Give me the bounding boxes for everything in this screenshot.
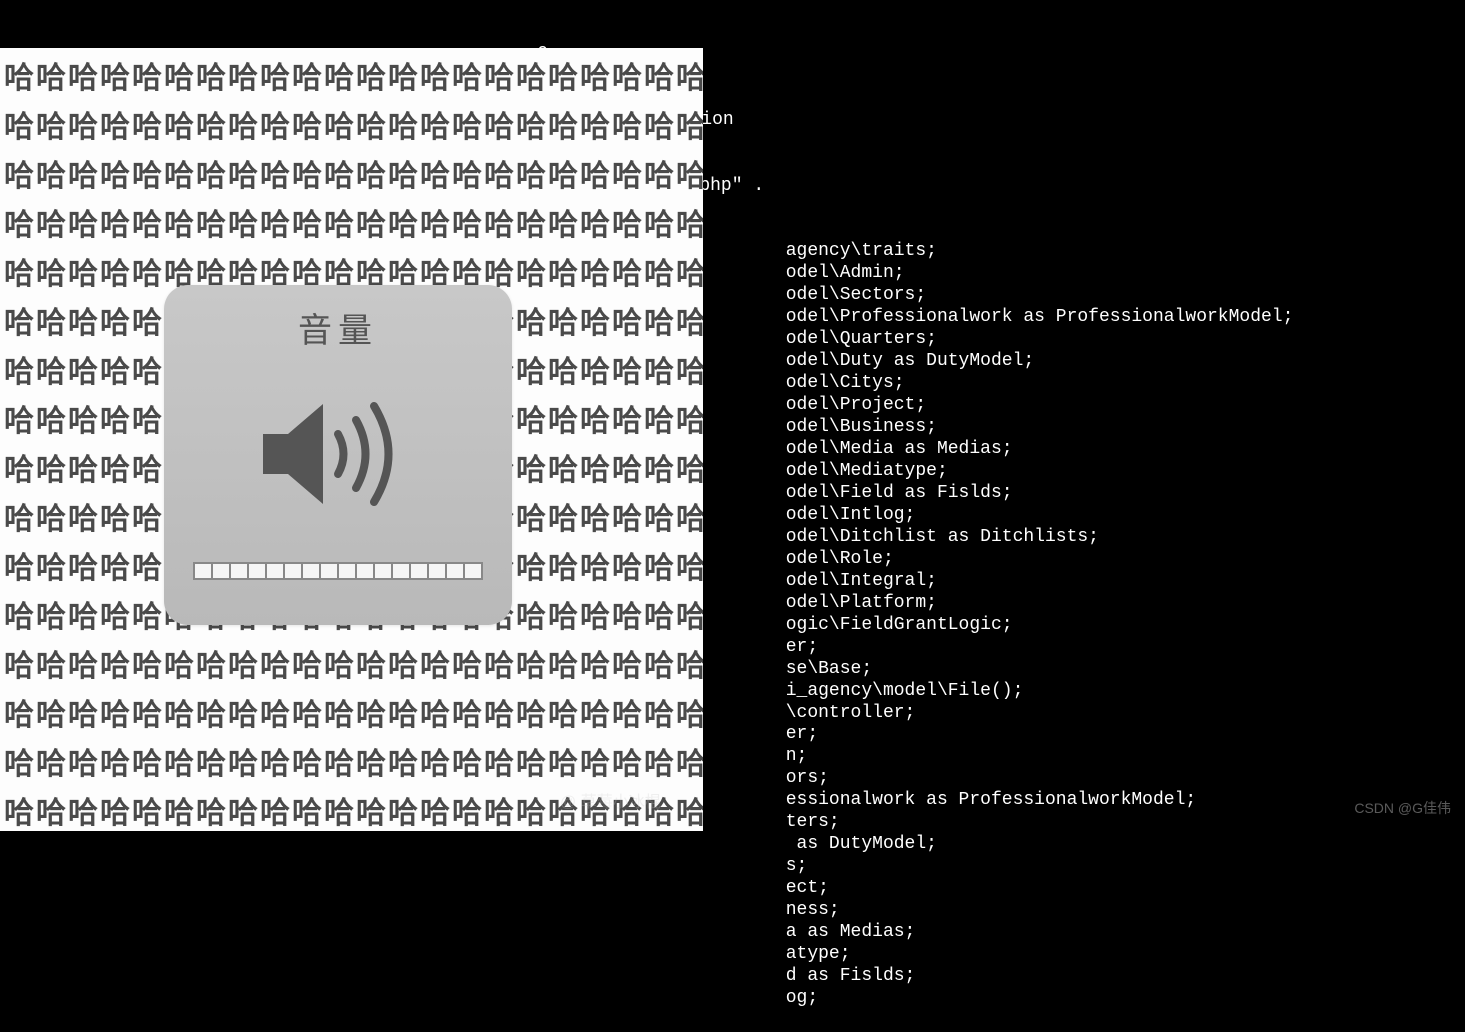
volume-segment bbox=[357, 564, 375, 578]
volume-segment bbox=[393, 564, 411, 578]
volume-segment bbox=[303, 564, 321, 578]
volume-segment bbox=[429, 564, 447, 578]
watermark-weibo: @ 草莓小冰棍 bbox=[560, 793, 661, 813]
terminal-output-line: a as Medias; bbox=[8, 922, 1457, 944]
haha-row: 哈哈哈哈哈哈哈哈哈哈哈哈哈哈哈哈哈哈哈哈哈哈 bbox=[0, 54, 703, 103]
volume-segment bbox=[375, 564, 393, 578]
volume-segment bbox=[213, 564, 231, 578]
volume-segment bbox=[195, 564, 213, 578]
haha-row: 哈哈哈哈哈哈哈哈哈哈哈哈哈哈哈哈哈哈哈哈哈哈 bbox=[0, 103, 703, 152]
volume-segment bbox=[321, 564, 339, 578]
terminal-output-line: s; bbox=[8, 856, 1457, 878]
volume-title: 音量 bbox=[298, 311, 378, 352]
terminal-output-line: og; bbox=[8, 988, 1457, 1010]
volume-segment bbox=[447, 564, 465, 578]
volume-segment bbox=[465, 564, 481, 578]
haha-row: 哈哈哈哈哈哈哈哈哈哈哈哈哈哈哈哈哈哈哈哈哈哈 bbox=[0, 152, 703, 201]
haha-row: 哈哈哈哈哈哈哈哈哈哈哈哈哈哈哈哈哈哈哈哈哈哈 bbox=[0, 691, 703, 740]
terminal-output-line: d as Fislds; bbox=[8, 966, 1457, 988]
terminal-output-line: atype; bbox=[8, 944, 1457, 966]
volume-level-bar[interactable] bbox=[193, 562, 483, 580]
terminal-output-line: ect; bbox=[8, 878, 1457, 900]
terminal-output-line: as DutyModel; bbox=[8, 834, 1457, 856]
volume-osd: 音量 bbox=[164, 285, 512, 625]
haha-row: 哈哈哈哈哈哈哈哈哈哈哈哈哈哈哈哈哈哈哈哈哈哈 bbox=[0, 642, 703, 691]
haha-row: 哈哈哈哈哈哈哈哈哈哈哈哈哈哈哈哈哈哈哈哈哈哈 bbox=[0, 201, 703, 250]
volume-segment bbox=[339, 564, 357, 578]
speaker-icon bbox=[253, 384, 423, 524]
watermark-csdn: CSDN @G佳伟 bbox=[1354, 800, 1451, 817]
volume-segment bbox=[249, 564, 267, 578]
volume-segment bbox=[267, 564, 285, 578]
terminal-output-line: ness; bbox=[8, 900, 1457, 922]
volume-segment bbox=[231, 564, 249, 578]
volume-segment bbox=[285, 564, 303, 578]
haha-row: 哈哈哈哈哈哈哈哈哈哈哈哈哈哈哈哈哈哈哈哈哈哈 bbox=[0, 740, 703, 789]
volume-segment bbox=[411, 564, 429, 578]
